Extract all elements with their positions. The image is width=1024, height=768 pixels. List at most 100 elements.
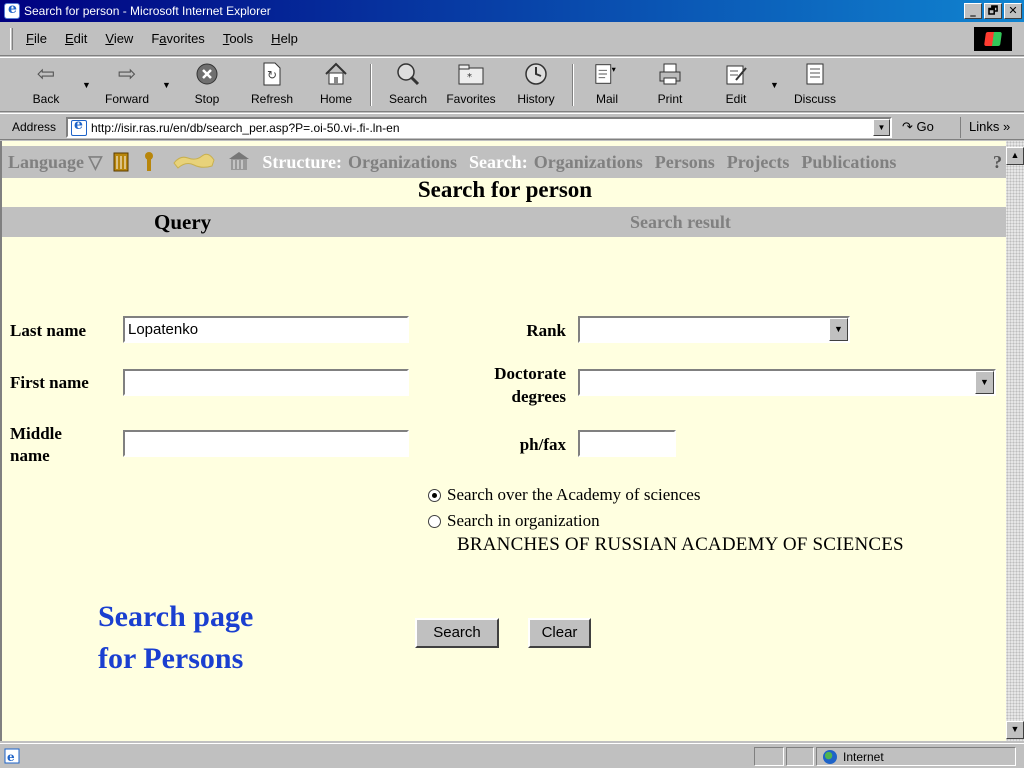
nav-search-publications[interactable]: Publications: [801, 152, 896, 173]
first-name-input[interactable]: [123, 369, 409, 396]
radio-org-label: Search in organization: [447, 511, 600, 530]
history-button[interactable]: History: [510, 60, 562, 110]
forward-button[interactable]: ⇨ Forward: [96, 60, 158, 110]
scroll-down-icon[interactable]: ▼: [1006, 721, 1024, 739]
discuss-button[interactable]: Discuss: [786, 60, 844, 110]
stop-button[interactable]: Stop: [184, 60, 230, 110]
forward-dropdown-icon[interactable]: ▼: [162, 80, 171, 90]
language-menu[interactable]: Language ▽: [8, 152, 102, 173]
status-bar: e Internet: [0, 743, 1024, 768]
history-clock-icon: [523, 60, 549, 88]
menu-tools[interactable]: Tools: [214, 31, 262, 46]
minimize-button[interactable]: _: [964, 3, 982, 19]
menu-file[interactable]: File: [17, 31, 56, 46]
radio-academy-label: Search over the Academy of sciences: [447, 485, 701, 504]
help-button[interactable]: ?: [993, 152, 1002, 173]
phfax-label: ph/fax: [519, 435, 566, 454]
close-button[interactable]: ✕: [1004, 3, 1022, 19]
address-field[interactable]: http://isir.ras.ru/en/db/search_per.asp?…: [66, 117, 892, 138]
address-dropdown-icon[interactable]: ▼: [873, 119, 890, 136]
zone-label: Internet: [843, 749, 884, 764]
menu-favorites[interactable]: Favorites: [142, 31, 213, 46]
radio-selected-icon[interactable]: [428, 488, 441, 502]
status-panel: [754, 747, 784, 766]
slide-caption: Search page for Persons: [98, 596, 253, 680]
search-button-toolbar[interactable]: Search: [382, 60, 434, 110]
caption-line-1: Search page: [98, 600, 254, 633]
toolbar: ⇦ Back ▼ ⇨ Forward ▼ Stop ↻ Refresh Home…: [0, 57, 1024, 112]
middle-name-input[interactable]: [123, 430, 409, 457]
doctorate-degrees-select[interactable]: ▼: [578, 369, 996, 396]
home-button[interactable]: Home: [312, 60, 360, 110]
mail-label: Mail: [595, 92, 618, 106]
discuss-icon: [802, 60, 828, 88]
back-dropdown-icon[interactable]: ▼: [82, 80, 91, 90]
building-icon[interactable]: [112, 151, 130, 173]
tab-query[interactable]: Query: [154, 210, 211, 235]
vertical-scrollbar[interactable]: ▲ ▼: [1006, 141, 1024, 741]
phfax-input[interactable]: [578, 430, 676, 457]
security-zone: Internet: [816, 747, 1016, 766]
address-label: Address: [12, 119, 57, 134]
page-status-icon: e: [4, 748, 20, 764]
search-label-nav: Search:: [469, 151, 528, 172]
back-arrow-icon: ⇦: [36, 61, 56, 87]
russia-map-icon[interactable]: [172, 151, 216, 173]
refresh-button[interactable]: ↻ Refresh: [244, 60, 300, 110]
rank-select[interactable]: ▼: [578, 316, 850, 343]
radio-search-organization[interactable]: Search in organization: [428, 511, 600, 531]
clear-button[interactable]: Clear: [528, 618, 591, 648]
window-controls: _ 🗗 ✕: [964, 3, 1022, 19]
toolbar-separator: [370, 64, 372, 106]
menu-edit[interactable]: Edit: [56, 31, 96, 46]
back-button[interactable]: ⇦ Back: [18, 60, 74, 110]
menu-grip: [10, 27, 13, 50]
chevron-down-icon[interactable]: ▼: [975, 371, 994, 394]
edit-page-icon: [723, 60, 749, 88]
edit-button[interactable]: Edit: [714, 60, 758, 110]
address-url[interactable]: http://isir.ras.ru/en/db/search_per.asp?…: [91, 121, 400, 135]
chevron-down-icon[interactable]: ▼: [829, 318, 848, 341]
svg-text:*: *: [467, 72, 472, 83]
edit-dropdown-icon[interactable]: ▼: [770, 80, 779, 90]
window-title-bar: Search for person - Microsoft Internet E…: [0, 0, 1024, 22]
menu-help[interactable]: Help: [262, 31, 307, 46]
last-name-label: Last name: [10, 321, 87, 340]
organization-name: BRANCHES OF RUSSIAN ACADEMY OF SCIENCES: [457, 534, 904, 555]
tab-bar: Query Search result: [2, 207, 1006, 237]
print-button[interactable]: Print: [648, 60, 692, 110]
radio-unselected-icon[interactable]: [428, 514, 441, 528]
academy-building-icon[interactable]: [228, 151, 250, 173]
restore-button[interactable]: 🗗: [984, 3, 1002, 19]
rank-label: Rank: [526, 321, 566, 340]
stop-icon: [194, 60, 220, 88]
nav-search-projects[interactable]: Projects: [727, 152, 790, 173]
radio-search-academy[interactable]: Search over the Academy of sciences: [428, 485, 700, 505]
ie-icon: [4, 1, 20, 19]
forward-label: Forward: [104, 92, 149, 106]
search-label: Search: [388, 92, 428, 106]
go-button[interactable]: ↷ Go: [902, 119, 934, 135]
nav-search-organizations[interactable]: Organizations: [534, 152, 643, 173]
caption-line-2: for Persons: [98, 642, 244, 675]
tab-search-result[interactable]: Search result: [630, 212, 731, 233]
doctorate-degrees-label: Doctorate degrees: [494, 364, 566, 406]
forward-arrow-icon: ⇨: [117, 61, 137, 87]
mail-button[interactable]: ▾ Mail: [584, 60, 630, 110]
windows-logo-icon: [974, 27, 1012, 51]
last-name-input[interactable]: [123, 316, 409, 343]
scroll-up-icon[interactable]: ▲: [1006, 147, 1024, 165]
nav-structure-organizations[interactable]: Organizations: [348, 152, 457, 173]
menu-view[interactable]: View: [96, 31, 142, 46]
search-button[interactable]: Search: [415, 618, 499, 648]
toolbar-separator: [572, 64, 574, 106]
favorites-folder-icon: *: [458, 60, 484, 88]
key-icon[interactable]: [142, 151, 160, 173]
structure-label: Structure:: [262, 151, 343, 172]
links-button[interactable]: Links »: [960, 117, 1010, 138]
menu-bar: File Edit View Favorites Tools Help: [0, 22, 1024, 56]
stop-label: Stop: [194, 92, 220, 106]
favorites-button[interactable]: * Favorites: [440, 60, 502, 110]
nav-search-persons[interactable]: Persons: [655, 152, 715, 173]
back-label: Back: [32, 92, 60, 106]
